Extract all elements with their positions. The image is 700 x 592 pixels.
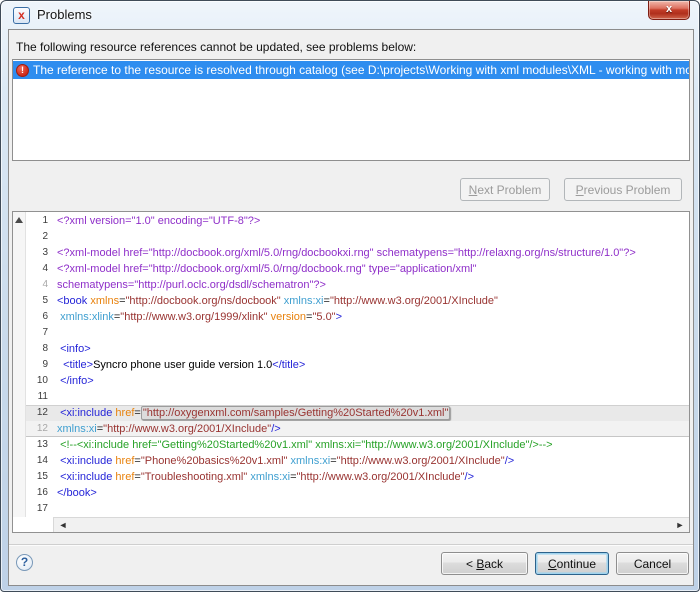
code-line[interactable]: 11 xyxy=(26,389,689,405)
code-text xyxy=(53,501,689,517)
code-text: xmlns:xi="http://www.w3.org/2001/XInclud… xyxy=(53,421,689,437)
code-text: <book xmlns="http://docbook.org/ns/docbo… xyxy=(53,293,689,309)
continue-button[interactable]: Continue xyxy=(535,552,609,575)
line-number: 12 xyxy=(26,421,53,437)
title-bar[interactable]: x Problems x xyxy=(1,1,699,29)
line-number: 4 xyxy=(26,261,53,277)
horizontal-scrollbar[interactable]: ◄ ► xyxy=(53,517,689,532)
fold-collapse-icon[interactable] xyxy=(15,217,23,223)
code-text: <title>Syncro phone user guide version 1… xyxy=(53,357,689,373)
line-number: 6 xyxy=(26,309,53,325)
code-text: </info> xyxy=(53,373,689,389)
code-line[interactable]: 12xmlns:xi="http://www.w3.org/2001/XIncl… xyxy=(26,421,689,437)
line-number: 1 xyxy=(26,213,53,229)
back-button[interactable]: < Back xyxy=(441,552,528,575)
code-line[interactable]: 17 xyxy=(26,501,689,517)
code-text: <?xml version="1.0" encoding="UTF-8"?> xyxy=(53,213,689,229)
code-line[interactable]: 9 <title>Syncro phone user guide version… xyxy=(26,357,689,373)
problem-message: The reference to the resource is resolve… xyxy=(33,63,689,77)
code-text: <?xml-model href="http://docbook.org/xml… xyxy=(53,261,689,277)
cancel-button[interactable]: Cancel xyxy=(616,552,689,575)
code-line[interactable]: 13 <!--<xi:include href="Getting%20Start… xyxy=(26,437,689,453)
code-line[interactable]: 6 xmlns:xlink="http://www.w3.org/1999/xl… xyxy=(26,309,689,325)
code-line[interactable]: 8 <info> xyxy=(26,341,689,357)
code-line[interactable]: 15 <xi:include href="Troubleshooting.xml… xyxy=(26,469,689,485)
line-number: 16 xyxy=(26,485,53,501)
line-number: 15 xyxy=(26,469,53,485)
line-number: 7 xyxy=(26,325,53,341)
line-number: 13 xyxy=(26,437,53,453)
dialog-client-area: The following resource references cannot… xyxy=(8,29,694,586)
line-number: 5 xyxy=(26,293,53,309)
code-text xyxy=(53,325,689,341)
previous-problem-button[interactable]: Previous Problem xyxy=(564,178,682,201)
window-title: Problems xyxy=(37,1,92,28)
code-text: <!--<xi:include href="Getting%20Started%… xyxy=(53,437,689,453)
code-text: <?xml-model href="http://docbook.org/xml… xyxy=(53,245,689,261)
code-line[interactable]: 3<?xml-model href="http://docbook.org/xm… xyxy=(26,245,689,261)
scroll-left-icon[interactable]: ◄ xyxy=(56,518,70,532)
problems-list[interactable]: ! The reference to the resource is resol… xyxy=(12,59,690,161)
xml-code-editor[interactable]: 1<?xml version="1.0" encoding="UTF-8"?>2… xyxy=(12,211,690,533)
close-button[interactable]: x xyxy=(648,1,690,20)
code-text: schematypens="http://purl.oclc.org/dsdl/… xyxy=(53,277,689,293)
problems-dialog: x Problems x The following resource refe… xyxy=(0,0,700,592)
code-line[interactable]: 4<?xml-model href="http://docbook.org/xm… xyxy=(26,261,689,277)
code-text: <info> xyxy=(53,341,689,357)
code-text: </book> xyxy=(53,485,689,501)
oxygen-logo-icon: x xyxy=(13,7,30,24)
code-line[interactable]: 1<?xml version="1.0" encoding="UTF-8"?> xyxy=(26,213,689,229)
code-text xyxy=(53,229,689,245)
line-number: 8 xyxy=(26,341,53,357)
footer-separator xyxy=(9,544,693,546)
code-lines: 1<?xml version="1.0" encoding="UTF-8"?>2… xyxy=(26,212,689,517)
line-number: 11 xyxy=(26,389,53,405)
code-line[interactable]: 5<book xmlns="http://docbook.org/ns/docb… xyxy=(26,293,689,309)
code-line[interactable]: 2 xyxy=(26,229,689,245)
code-line[interactable]: 7 xyxy=(26,325,689,341)
line-number: 10 xyxy=(26,373,53,389)
error-icon: ! xyxy=(16,64,29,77)
code-line[interactable]: 12 <xi:include href="http://oxygenxml.co… xyxy=(26,405,689,421)
line-number: 3 xyxy=(26,245,53,261)
help-icon[interactable]: ? xyxy=(16,554,33,571)
problem-list-item[interactable]: ! The reference to the resource is resol… xyxy=(13,61,689,79)
code-line[interactable]: 16</book> xyxy=(26,485,689,501)
line-number: 17 xyxy=(26,501,53,517)
code-text: <xi:include href="Phone%20basics%20v1.xm… xyxy=(53,453,689,469)
scroll-right-icon[interactable]: ► xyxy=(673,518,687,532)
fold-margin xyxy=(13,212,26,517)
code-text: <xi:include href="http://oxygenxml.com/s… xyxy=(53,405,689,421)
problem-navigation: Next Problem Previous Problem xyxy=(460,178,682,201)
code-line[interactable]: 14 <xi:include href="Phone%20basics%20v1… xyxy=(26,453,689,469)
code-line[interactable]: 10 </info> xyxy=(26,373,689,389)
line-number: 4 xyxy=(26,277,53,293)
code-line[interactable]: 4schematypens="http://purl.oclc.org/dsdl… xyxy=(26,277,689,293)
line-number: 12 xyxy=(26,405,53,421)
line-number: 14 xyxy=(26,453,53,469)
line-number: 2 xyxy=(26,229,53,245)
problem-reference-highlight: "http://oxygenxml.com/samples/Getting%20… xyxy=(141,406,451,420)
code-text: xmlns:xlink="http://www.w3.org/1999/xlin… xyxy=(53,309,689,325)
next-problem-button[interactable]: Next Problem xyxy=(460,178,550,201)
dialog-buttons: < Back Continue Cancel xyxy=(441,552,689,575)
intro-label: The following resource references cannot… xyxy=(16,40,416,54)
code-text xyxy=(53,389,689,405)
line-number: 9 xyxy=(26,357,53,373)
code-text: <xi:include href="Troubleshooting.xml" x… xyxy=(53,469,689,485)
